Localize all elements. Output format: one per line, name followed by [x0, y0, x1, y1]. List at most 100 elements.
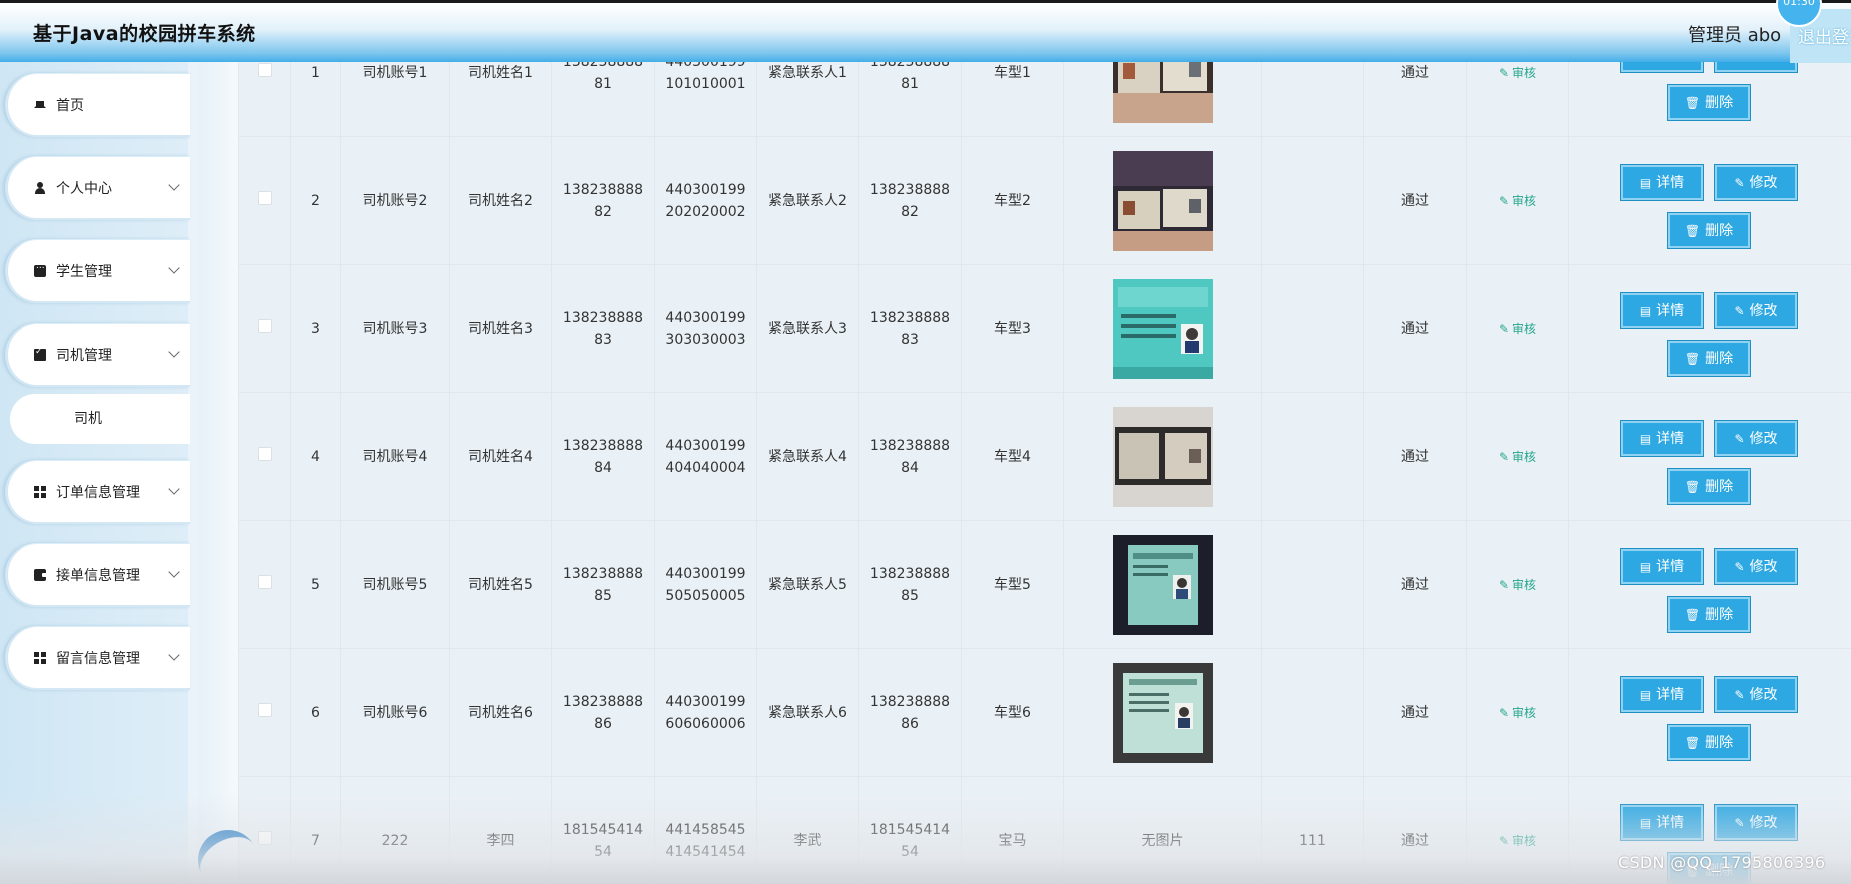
edit-pen-icon: ✎ [1498, 321, 1510, 336]
car-model: 车型2 [961, 136, 1064, 265]
data-table-area: 1司机账号1司机姓名113823888881440300199101010001… [238, 0, 1851, 884]
detail-button[interactable]: ▤ 详情 [1621, 549, 1703, 584]
detail-label: 详情 [1656, 174, 1685, 191]
audit-label: 审核 [1512, 193, 1537, 208]
driver-phone: 138238888 84 [551, 392, 655, 521]
audit-label: 审核 [1512, 577, 1537, 592]
row-checkbox[interactable] [257, 574, 272, 589]
chevron-down-icon [168, 346, 180, 358]
chat-icon [34, 261, 46, 277]
table-row: 3 司机账号3 司机姓名3 138238888 83 440300199 303030003… [238, 264, 1851, 393]
sidebar-item-3[interactable]: 学生管理 [5, 239, 190, 303]
id-card-number: 440300199 202020002 [654, 136, 757, 265]
id-card-number: 440300199 404040004 [654, 392, 757, 521]
car-model: 宝马 [961, 776, 1064, 884]
edit-button[interactable]: ✎ 修改 [1715, 421, 1797, 456]
license-photo[interactable] [1070, 150, 1255, 251]
license-photo[interactable] [1070, 534, 1255, 635]
license-photo[interactable] [1070, 662, 1255, 763]
sidebar-item-4[interactable]: 司机管理 [5, 323, 190, 387]
detail-label: 详情 [1656, 302, 1685, 319]
pencil-icon: ✎ [1734, 175, 1745, 190]
delete-button[interactable]: 🗑 删除 [1668, 597, 1750, 632]
audit-link[interactable]: ✎ 审核 [1499, 66, 1536, 80]
license-photo[interactable] [1070, 406, 1255, 507]
delete-button[interactable]: 🗑 删除 [1668, 213, 1750, 248]
emergency-contact: 紧急联系人3 [756, 264, 859, 393]
audit-status: 通过 [1363, 776, 1467, 884]
detail-label: 详情 [1656, 430, 1685, 447]
license-photo[interactable] [1070, 278, 1255, 379]
audit-link[interactable]: ✎ 审核 [1499, 706, 1536, 720]
edit-button[interactable]: ✎ 修改 [1715, 293, 1797, 328]
table-row: 2 司机账号2 司机姓名2 138238888 82 440300199 202020002… [238, 136, 1851, 265]
edit-button[interactable]: ✎ 修改 [1715, 805, 1797, 840]
delete-label: 删除 [1705, 606, 1734, 623]
sidebar-item-2[interactable]: 个人中心 [5, 156, 190, 220]
sidebar-item-5[interactable]: 订单信息管理 [5, 460, 190, 524]
delete-button[interactable]: 🗑 删除 [1668, 725, 1750, 760]
emergency-contact: 紧急联系人5 [756, 520, 859, 649]
row-checkbox[interactable] [257, 190, 272, 205]
remark [1261, 264, 1364, 393]
trash-icon: 🗑 [1684, 479, 1701, 494]
row-checkbox[interactable] [257, 446, 272, 461]
car-model: 车型6 [961, 648, 1064, 777]
edit-button[interactable]: ✎ 修改 [1715, 165, 1797, 200]
remark [1261, 648, 1364, 777]
detail-button[interactable]: ▤ 详情 [1621, 805, 1703, 840]
audit-link[interactable]: ✎ 审核 [1499, 578, 1536, 592]
sidebar-item-6[interactable]: 接单信息管理 [5, 543, 190, 607]
row-checkbox[interactable] [257, 62, 272, 77]
edit-label: 修改 [1749, 430, 1778, 447]
edit-pen-icon: ✎ [1498, 577, 1510, 592]
detail-label: 详情 [1656, 686, 1685, 703]
delete-button[interactable]: 🗑 删除 [1668, 341, 1750, 376]
table-row: 7 222 李四 181545414 54 441458545 414541454 李武 181… [238, 776, 1851, 884]
contact-phone: 138238888 85 [858, 520, 962, 649]
row-index: 5 [290, 520, 341, 649]
detail-button[interactable]: ▤ 详情 [1621, 677, 1703, 712]
car-model: 车型4 [961, 392, 1064, 521]
pencil-icon: ✎ [1734, 431, 1745, 446]
pencil-icon: ✎ [1734, 815, 1745, 830]
edit-pen-icon: ✎ [1498, 193, 1510, 208]
sidebar-item-1[interactable]: 首页 [5, 73, 190, 137]
edit-button[interactable]: ✎ 修改 [1715, 549, 1797, 584]
edit-label: 修改 [1749, 686, 1778, 703]
id-card-number: 440300199 505050005 [654, 520, 757, 649]
driver-name: 司机姓名2 [449, 136, 552, 265]
sidebar-subitem-driver[interactable]: 司机 [10, 394, 190, 444]
id-card-number: 441458545 414541454 [654, 776, 757, 884]
edit-pen-icon: ✎ [1498, 833, 1510, 848]
sidebar-item-7[interactable]: 留言信息管理 [5, 626, 190, 690]
audit-link[interactable]: ✎ 审核 [1499, 450, 1536, 464]
row-index: 6 [290, 648, 341, 777]
row-checkbox[interactable] [257, 318, 272, 333]
document-icon: ▤ [1639, 687, 1652, 702]
emergency-contact: 紧急联系人4 [756, 392, 859, 521]
audit-link[interactable]: ✎ 审核 [1499, 194, 1536, 208]
detail-button[interactable]: ▤ 详情 [1621, 293, 1703, 328]
audit-link[interactable]: ✎ 审核 [1499, 322, 1536, 336]
user-icon [34, 181, 46, 194]
sidebar-item-label: 首页 [56, 97, 84, 114]
row-index: 7 [290, 776, 341, 884]
row-index: 3 [290, 264, 341, 393]
row-checkbox[interactable] [257, 830, 272, 845]
detail-button[interactable]: ▤ 详情 [1621, 421, 1703, 456]
driver-name: 李四 [449, 776, 552, 884]
row-checkbox[interactable] [257, 702, 272, 717]
audit-status: 通过 [1363, 392, 1467, 521]
audit-label: 审核 [1512, 705, 1537, 720]
audit-link[interactable]: ✎ 审核 [1499, 834, 1536, 848]
edit-pen-icon: ✎ [1498, 705, 1510, 720]
edit-button[interactable]: ✎ 修改 [1715, 677, 1797, 712]
detail-button[interactable]: ▤ 详情 [1621, 165, 1703, 200]
document-icon: ▤ [1639, 559, 1652, 574]
delete-button[interactable]: 🗑 删除 [1668, 85, 1750, 120]
car-model: 车型3 [961, 264, 1064, 393]
driver-account: 司机账号2 [340, 136, 450, 265]
delete-button[interactable]: 🗑 删除 [1668, 469, 1750, 504]
clipboard-icon [34, 347, 46, 361]
